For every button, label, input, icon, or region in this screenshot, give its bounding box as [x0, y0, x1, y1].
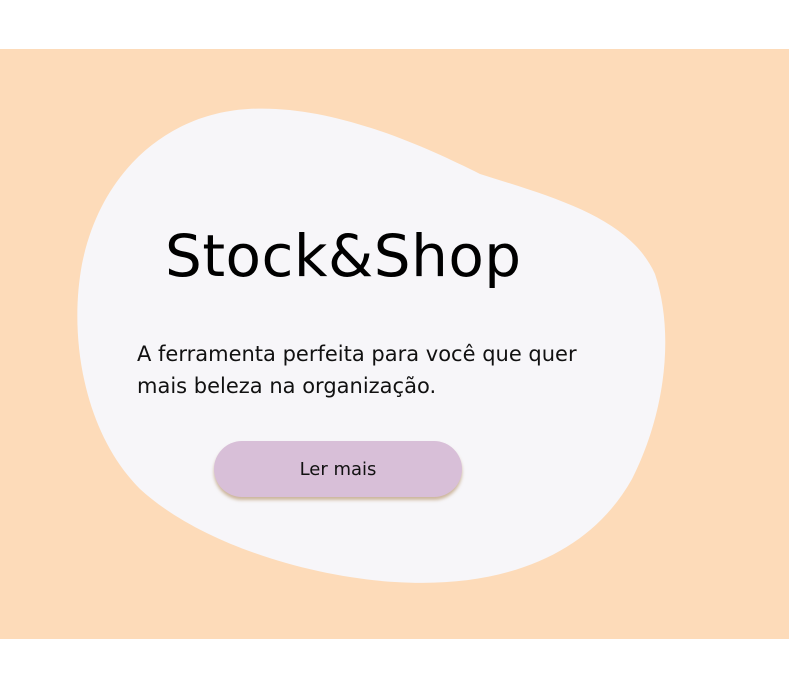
hero-banner: Stock&Shop A ferramenta perfeita para vo… [0, 49, 789, 639]
page-title: Stock&Shop [165, 222, 522, 290]
read-more-button[interactable]: Ler mais [214, 441, 462, 497]
hero-tagline: A ferramenta perfeita para você que quer… [137, 342, 577, 398]
